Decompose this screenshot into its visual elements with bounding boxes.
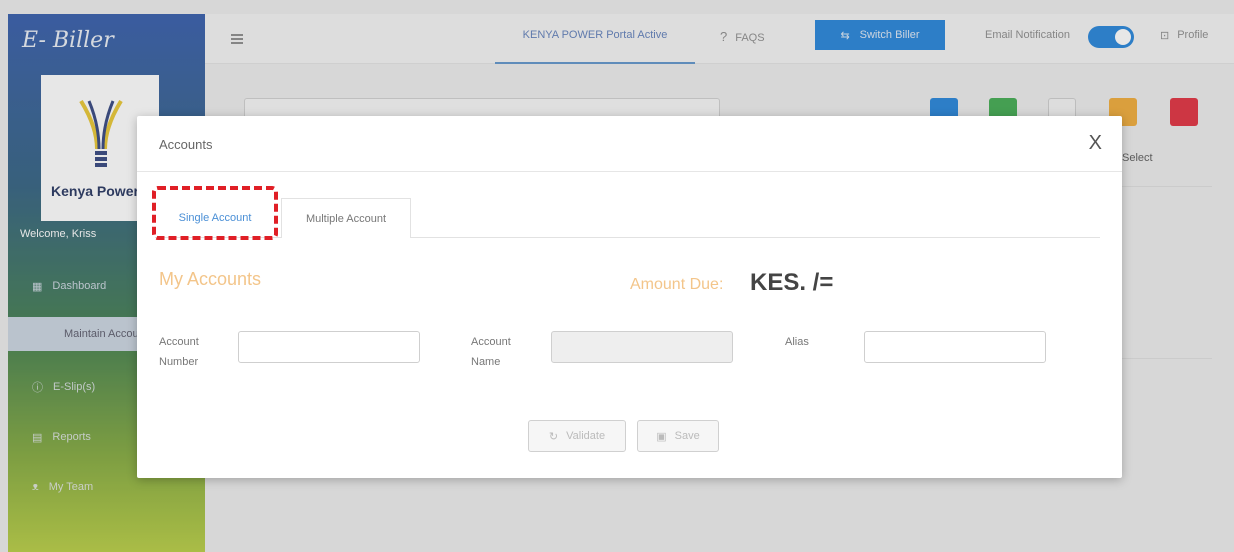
amount-due-value: KES. /= [750,269,834,296]
account-tabs: Single Account Multiple Account [155,198,1100,238]
modal-title: Accounts [159,137,213,152]
account-number-input[interactable] [238,331,420,363]
tab-multiple-account[interactable]: Multiple Account [281,198,411,238]
close-icon[interactable]: X [1089,132,1102,155]
modal-header: Accounts X [137,116,1122,172]
amount-due-label: Amount Due: [630,276,724,293]
account-number-label: Account Number [159,336,199,368]
validate-label: Validate [566,430,606,442]
alias-label: Alias [785,336,809,348]
account-name-input [551,331,733,363]
single-account-highlight [152,186,278,240]
validate-button[interactable]: ↻ Validate [528,420,626,452]
account-name-label: Account Name [471,336,511,368]
section-title: My Accounts [159,269,262,289]
save-button[interactable]: ▣ Save [637,420,719,452]
save-icon: ▣ [656,430,667,443]
save-label: Save [674,430,700,442]
alias-input[interactable] [864,331,1046,363]
refresh-icon: ↻ [548,430,559,443]
accounts-modal: Accounts X Single Account Multiple Accou… [137,116,1122,478]
